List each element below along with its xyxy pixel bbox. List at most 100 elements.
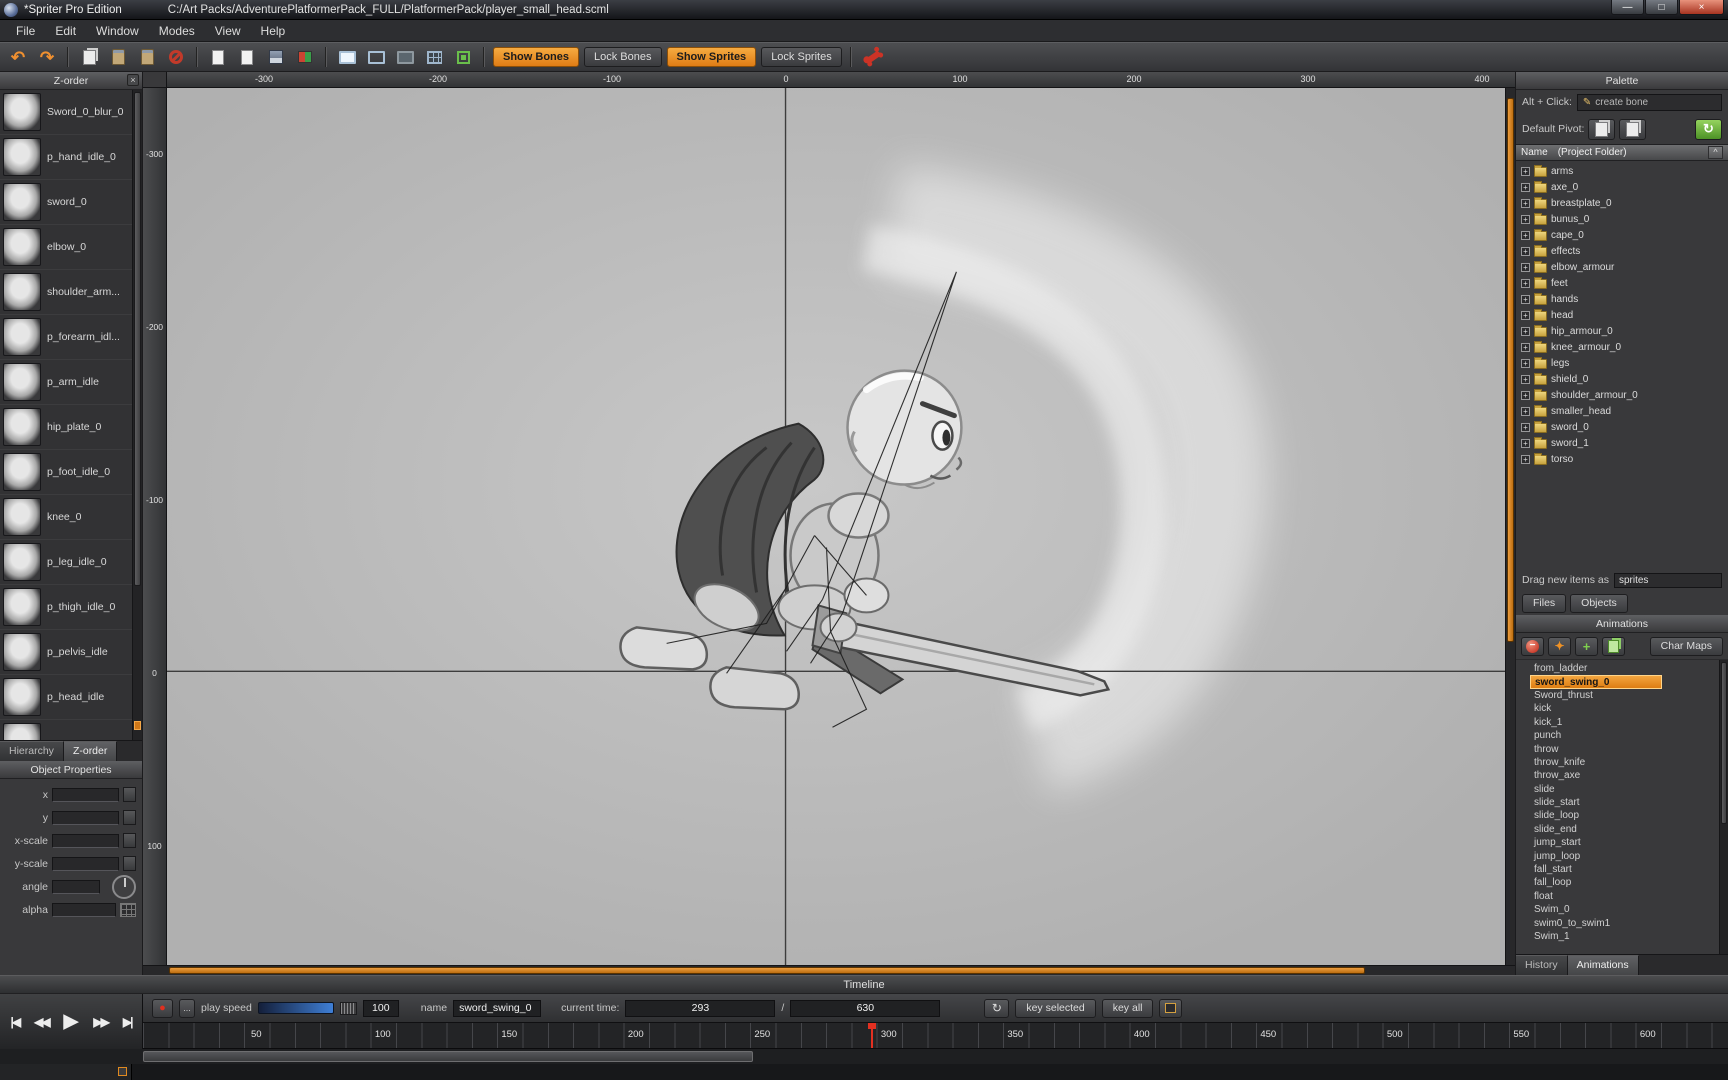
menu-item[interactable]: Edit — [45, 20, 86, 42]
minimize-button[interactable]: — — [1611, 0, 1644, 15]
folder-row[interactable]: + hip_armour_0 — [1516, 323, 1728, 339]
folder-row[interactable]: + elbow_armour — [1516, 259, 1728, 275]
animation-item[interactable]: Sword_thrust — [1530, 689, 1718, 702]
keyframe-options-button[interactable] — [1159, 999, 1182, 1018]
close-panel-icon[interactable]: × — [127, 74, 139, 86]
zorder-list-item[interactable]: p_arm_idle — [0, 360, 132, 405]
paste-button[interactable] — [106, 46, 130, 68]
zorder-list-item[interactable]: p_thigh_idle_0 — [0, 585, 132, 630]
x-field[interactable] — [52, 788, 119, 802]
folder-row[interactable]: + sword_1 — [1516, 435, 1728, 451]
x-scale-stepper[interactable] — [123, 833, 136, 848]
duplicate-animation-button[interactable] — [1602, 637, 1625, 656]
folder-row[interactable]: + arms — [1516, 163, 1728, 179]
show-bones-toggle[interactable]: Show Bones — [493, 47, 579, 67]
tab-animations[interactable]: Animations — [1568, 955, 1639, 975]
canvas-horizontal-scrollbar[interactable] — [143, 965, 1515, 975]
timeline-playhead[interactable] — [871, 1023, 873, 1048]
next-frame-button[interactable]: ▶▶ — [93, 1015, 107, 1029]
lock-sprites-toggle[interactable]: Lock Sprites — [761, 47, 842, 67]
add-bone-button[interactable] — [860, 46, 884, 68]
previous-frame-button[interactable]: ◀◀ — [34, 1015, 48, 1029]
fit-view-button[interactable] — [451, 46, 475, 68]
folder-row[interactable]: + head — [1516, 307, 1728, 323]
pivot-preset-button[interactable] — [1588, 119, 1615, 140]
folder-row[interactable]: + feet — [1516, 275, 1728, 291]
new-animation-button[interactable]: + — [1575, 637, 1598, 656]
tab-history[interactable]: History — [1516, 955, 1568, 975]
menu-item[interactable]: Window — [86, 20, 149, 42]
animation-item[interactable]: Swim_1 — [1530, 930, 1718, 943]
expander-icon[interactable]: + — [1521, 231, 1530, 240]
zorder-scrollbar-thumb[interactable] — [134, 92, 141, 586]
canvas-vertical-scrollbar[interactable] — [1505, 88, 1515, 965]
expander-icon[interactable]: + — [1521, 183, 1530, 192]
redo-button[interactable]: ↷ — [35, 46, 59, 68]
animation-item[interactable]: jump_loop — [1530, 849, 1718, 862]
expander-icon[interactable]: + — [1521, 263, 1530, 272]
alpha-slider[interactable] — [52, 903, 116, 917]
create-bone-mode-box[interactable]: ✎ create bone — [1577, 94, 1722, 111]
canvas-horizontal-scrollbar-thumb[interactable] — [169, 967, 1365, 974]
folder-row[interactable]: + torso — [1516, 451, 1728, 467]
remove-animation-button[interactable]: − — [1521, 637, 1544, 656]
current-time-field[interactable]: 293 — [625, 1000, 775, 1017]
folder-row[interactable]: + cape_0 — [1516, 227, 1728, 243]
timeline-ruler[interactable]: 50100150200250300350400450500550600 — [143, 1023, 1728, 1047]
animation-item[interactable]: swim0_to_swim1 — [1530, 916, 1718, 929]
canvas-viewport[interactable] — [167, 88, 1505, 965]
zorder-list-item[interactable]: knee_0 — [0, 495, 132, 540]
refresh-palette-button[interactable]: ↻ — [1695, 119, 1722, 140]
file-tree-header[interactable]: Name (Project Folder) ^ — [1516, 144, 1728, 161]
folder-row[interactable]: + axe_0 — [1516, 179, 1728, 195]
play-animation-button[interactable]: ✦ — [1548, 637, 1571, 656]
folder-row[interactable]: + smaller_head — [1516, 403, 1728, 419]
zorder-scrollbar[interactable] — [132, 90, 142, 740]
animation-item[interactable]: slide_start — [1530, 796, 1718, 809]
view-dark-button[interactable] — [393, 46, 417, 68]
alpha-options-button[interactable] — [120, 903, 136, 917]
animation-item[interactable]: throw_knife — [1530, 756, 1718, 769]
go-to-start-button[interactable]: |◀ — [11, 1015, 20, 1029]
view-outline-button[interactable] — [364, 46, 388, 68]
zorder-list-item[interactable]: shoulder_arm... — [0, 270, 132, 315]
folder-row[interactable]: + shield_0 — [1516, 371, 1728, 387]
lock-bones-toggle[interactable]: Lock Bones — [584, 47, 661, 67]
menu-item[interactable]: Help — [251, 20, 296, 42]
char-maps-button[interactable]: Char Maps — [1650, 637, 1723, 656]
expander-icon[interactable]: + — [1521, 295, 1530, 304]
expander-icon[interactable]: + — [1521, 167, 1530, 176]
expander-icon[interactable]: + — [1521, 391, 1530, 400]
copy-button[interactable] — [77, 46, 101, 68]
y-stepper[interactable] — [123, 810, 136, 825]
angle-dial[interactable] — [112, 875, 136, 899]
view-mode-button[interactable] — [335, 46, 359, 68]
grid-toggle-button[interactable] — [422, 46, 446, 68]
expander-icon[interactable]: + — [1521, 439, 1530, 448]
zorder-list-item[interactable]: Sword_0_blur_0 — [0, 90, 132, 135]
maximize-button[interactable]: □ — [1645, 0, 1678, 15]
timeline-scrollbar-thumb[interactable] — [143, 1051, 753, 1062]
animation-item[interactable]: from_ladder — [1530, 662, 1718, 675]
expander-icon[interactable]: + — [1521, 359, 1530, 368]
disable-button[interactable] — [164, 46, 188, 68]
y-scale-field[interactable] — [52, 857, 119, 871]
timeline-zoom-handle[interactable] — [118, 1067, 127, 1076]
animation-item[interactable]: kick_1 — [1530, 716, 1718, 729]
animation-item[interactable]: punch — [1530, 729, 1718, 742]
show-sprites-toggle[interactable]: Show Sprites — [667, 47, 757, 67]
record-button[interactable]: ● — [152, 999, 173, 1018]
open-file-button[interactable] — [235, 46, 259, 68]
zorder-list-item[interactable]: sword_0 — [0, 180, 132, 225]
zorder-list-item[interactable]: elbow_0 — [0, 225, 132, 270]
expander-icon[interactable]: + — [1521, 375, 1530, 384]
zorder-list-item[interactable]: hip_plate_0 — [0, 405, 132, 450]
zorder-list-item[interactable]: p_pelvis_idle — [0, 630, 132, 675]
play-button[interactable]: ▶ — [64, 1010, 79, 1033]
animations-scrollbar-thumb[interactable] — [1721, 662, 1727, 824]
animation-item[interactable]: slide_end — [1530, 823, 1718, 836]
expander-icon[interactable]: + — [1521, 311, 1530, 320]
play-speed-value-field[interactable]: 100 — [363, 1000, 399, 1017]
expander-icon[interactable]: + — [1521, 455, 1530, 464]
animation-item[interactable]: slide — [1530, 783, 1718, 796]
